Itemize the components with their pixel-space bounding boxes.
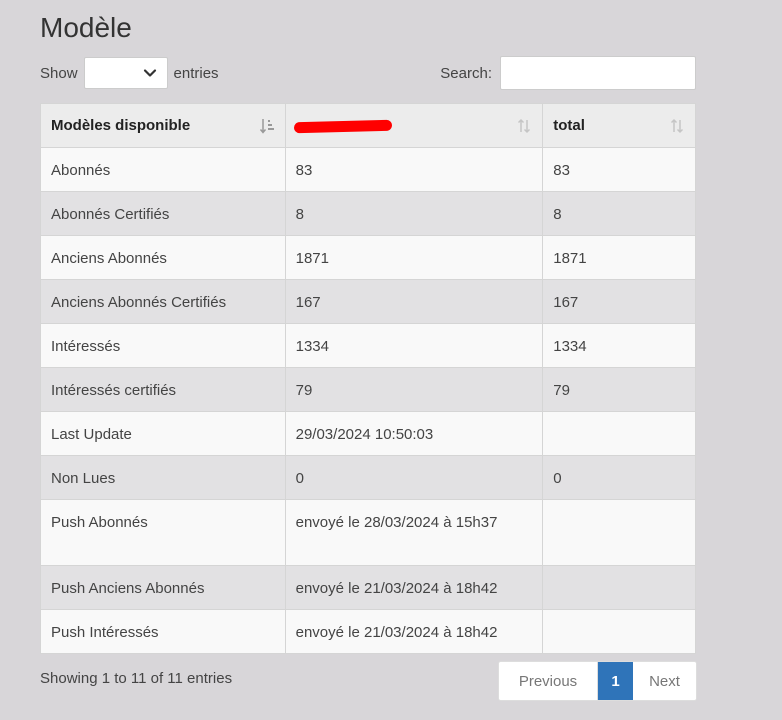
cell-model: Intéressés certifiés [40,367,286,412]
cell-value: 1334 [284,323,544,368]
cell-total: 1334 [542,323,696,368]
cell-model: Abonnés Certifiés [40,191,286,236]
search-input[interactable] [500,56,696,90]
table-info: Showing 1 to 11 of 11 entries [40,670,233,687]
cell-value: envoyé le 21/03/2024 à 18h42 [284,609,544,654]
cell-model: Push Intéressés [40,609,286,654]
cell-total: 0 [542,455,696,500]
cell-total [542,609,696,654]
show-label: Show [40,64,78,82]
table-header-row: Modèles disponible total [40,103,696,148]
column-header-total[interactable]: total [542,103,696,148]
cell-model: Non Lues [40,455,286,500]
table-row: Last Update 29/03/2024 10:50:03 [40,411,696,456]
table-row: Push Anciens Abonnés envoyé le 21/03/202… [40,565,696,610]
sort-ascending-icon [259,119,274,134]
cell-model: Push Abonnés [40,499,286,566]
cell-total: 8 [542,191,696,236]
cell-total [542,499,696,566]
length-control: Show entries [40,56,219,90]
search-control: Search: [440,56,696,90]
cell-value: 1871 [284,235,544,280]
cell-total: 83 [542,147,696,192]
table-row: Push Intéressés envoyé le 21/03/2024 à 1… [40,609,696,654]
table-row: Non Lues 0 0 [40,455,696,500]
cell-model: Push Anciens Abonnés [40,565,286,610]
cell-value: 0 [284,455,544,500]
next-button[interactable]: Next [633,662,696,700]
column-header-redacted[interactable] [284,103,544,148]
entries-label: entries [173,64,219,82]
table-row: Abonnés Certifiés 8 8 [40,191,696,236]
chevron-down-icon [143,69,156,77]
cell-total: 1871 [542,235,696,280]
cell-model: Anciens Abonnés [40,235,286,280]
cell-model: Intéressés [40,323,286,368]
cell-value: 83 [284,147,544,192]
pagination: Previous 1 Next [498,661,697,701]
page-button-1[interactable]: 1 [598,662,633,700]
cell-model: Last Update [40,411,286,456]
table-row: Intéressés 1334 1334 [40,323,696,368]
column-header-models[interactable]: Modèles disponible [40,103,286,148]
previous-button[interactable]: Previous [499,662,598,700]
cell-value: envoyé le 21/03/2024 à 18h42 [284,565,544,610]
sort-both-icon [518,118,531,134]
sort-both-icon [670,118,684,134]
table-row: Abonnés 83 83 [40,147,696,192]
entries-per-page-select[interactable] [83,57,168,89]
cell-total [542,565,696,610]
table-row: Push Abonnés envoyé le 28/03/2024 à 15h3… [40,499,696,566]
cell-model: Abonnés [40,147,286,192]
cell-total: 167 [542,279,696,324]
cell-total: 79 [542,367,696,412]
cell-value: 167 [284,279,544,324]
column-header-label: Modèles disponible [51,117,191,134]
cell-model: Anciens Abonnés Certifiés [40,279,286,324]
cell-value: 8 [284,191,544,236]
search-label: Search: [440,64,492,82]
column-header-label: total [553,117,585,134]
table-row: Anciens Abonnés 1871 1871 [40,235,696,280]
cell-value: 29/03/2024 10:50:03 [284,411,544,456]
cell-value: envoyé le 28/03/2024 à 15h37 [284,499,544,566]
redaction-mark [293,119,392,133]
cell-value: 79 [284,367,544,412]
cell-total [542,411,696,456]
table-row: Anciens Abonnés Certifiés 167 167 [40,279,696,324]
models-table: Modèles disponible total Abonnés 83 83 A… [40,103,696,654]
page-title: Modèle [40,12,132,43]
table-row: Intéressés certifiés 79 79 [40,367,696,412]
